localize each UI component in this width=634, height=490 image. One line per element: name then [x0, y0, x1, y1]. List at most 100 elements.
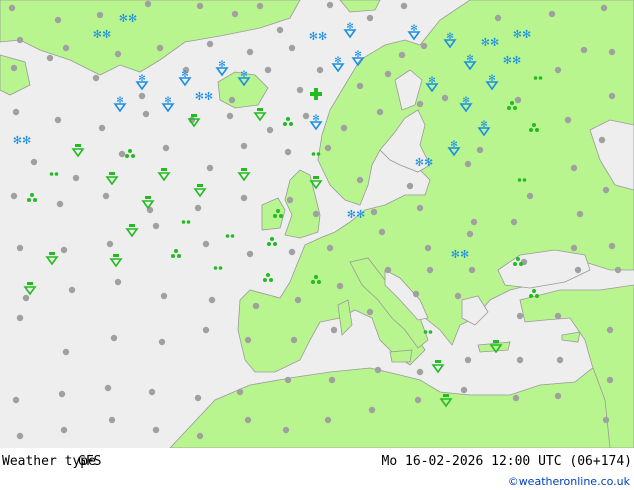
weather-map: ✻✻✻✻ ✻✻ ✻✻✻✻✻✻✻✻✻✻✻✻✻✻✻✻✻ ✻✻✻ ✻✻✻✻ ✻✻✻ ✻✻✻✻✻✻✻	[0, 0, 634, 448]
dry-dot-icon	[426, 266, 434, 274]
dry-dot-icon	[326, 244, 334, 252]
dry-dot-icon	[340, 124, 348, 132]
dry-dot-icon	[144, 0, 152, 8]
dry-dot-icon	[62, 44, 70, 52]
dry-dot-icon	[606, 326, 614, 334]
svg-text:✻: ✻	[116, 96, 124, 106]
dry-dot-icon	[162, 144, 170, 152]
svg-text:✻✻: ✻✻	[13, 134, 31, 147]
dry-dot-icon	[202, 240, 210, 248]
dry-dot-icon	[602, 186, 610, 194]
dry-dot-icon	[600, 4, 608, 12]
svg-text:✻: ✻	[312, 114, 320, 124]
dry-dot-icon	[54, 116, 62, 124]
dry-dot-icon	[454, 292, 462, 300]
dry-dot-icon	[316, 66, 324, 74]
dry-dot-icon	[464, 356, 472, 364]
dry-dot-icon	[460, 386, 468, 394]
dry-dot-icon	[564, 116, 572, 124]
dry-dot-icon	[526, 192, 534, 200]
dry-dot-icon	[368, 406, 376, 414]
credit-link[interactable]: ©weatheronline.co.uk	[508, 475, 630, 488]
dry-dot-icon	[366, 308, 374, 316]
dry-dot-icon	[138, 92, 146, 100]
dry-dot-icon	[244, 416, 252, 424]
dry-dot-icon	[356, 176, 364, 184]
dry-dot-icon	[554, 392, 562, 400]
svg-text:✻: ✻	[240, 70, 248, 80]
dry-dot-icon	[400, 2, 408, 10]
dry-dot-icon	[12, 396, 20, 404]
dry-dot-icon	[58, 390, 66, 398]
dry-dot-icon	[464, 160, 472, 168]
svg-text:✻: ✻	[446, 32, 454, 42]
dry-dot-icon	[570, 244, 578, 252]
dry-dot-icon	[598, 136, 606, 144]
dry-dot-icon	[608, 48, 616, 56]
svg-text:✻: ✻	[334, 56, 342, 66]
dry-dot-icon	[282, 426, 290, 434]
dry-dot-icon	[326, 1, 334, 9]
dry-dot-icon	[264, 66, 272, 74]
snowflake-icon: ✻✻	[93, 28, 111, 41]
dry-dot-icon	[252, 302, 260, 310]
dry-dot-icon	[330, 326, 338, 334]
svg-text:✻: ✻	[346, 22, 354, 32]
dry-dot-icon	[46, 54, 54, 62]
dry-dot-icon	[256, 2, 264, 10]
dry-dot-icon	[384, 266, 392, 274]
svg-text:✻✻: ✻✻	[195, 90, 213, 103]
dry-dot-icon	[608, 242, 616, 250]
dry-dot-icon	[16, 36, 24, 44]
dry-dot-icon	[288, 248, 296, 256]
svg-text:✻: ✻	[181, 70, 189, 80]
snowflake-icon: ✻✻	[451, 248, 469, 261]
dry-dot-icon	[284, 376, 292, 384]
dry-dot-icon	[370, 208, 378, 216]
dry-dot-icon	[30, 158, 38, 166]
svg-text:✻: ✻	[466, 54, 474, 64]
dry-dot-icon	[104, 384, 112, 392]
dry-dot-icon	[196, 2, 204, 10]
dry-dot-icon	[148, 388, 156, 396]
dry-dot-icon	[202, 326, 210, 334]
dry-dot-icon	[60, 426, 68, 434]
dry-dot-icon	[476, 146, 484, 154]
svg-text:✻✻: ✻✻	[481, 36, 499, 49]
svg-text:✻: ✻	[138, 74, 146, 84]
dry-dot-icon	[580, 46, 588, 54]
dry-dot-icon	[516, 356, 524, 364]
svg-text:✻✻: ✻✻	[347, 208, 365, 221]
snowflake-icon: ✻✻	[309, 30, 327, 43]
dry-dot-icon	[284, 148, 292, 156]
dry-dot-icon	[62, 348, 70, 356]
dry-dot-icon	[414, 396, 422, 404]
dry-dot-icon	[548, 10, 556, 18]
dry-dot-icon	[416, 100, 424, 108]
svg-text:✻: ✻	[450, 140, 458, 150]
dry-dot-icon	[108, 416, 116, 424]
dry-dot-icon	[290, 336, 298, 344]
svg-text:✻✻: ✻✻	[119, 12, 137, 25]
dry-dot-icon	[606, 376, 614, 384]
dry-dot-icon	[398, 51, 406, 59]
dry-dot-icon	[554, 66, 562, 74]
dry-dot-icon	[206, 164, 214, 172]
dry-dot-icon	[378, 228, 386, 236]
svg-text:✻✻: ✻✻	[415, 156, 433, 169]
dry-dot-icon	[312, 210, 320, 218]
dry-dot-icon	[68, 286, 76, 294]
dry-dot-icon	[110, 334, 118, 342]
dry-dot-icon	[328, 376, 336, 384]
snowflake-icon: ✻✻	[513, 28, 531, 41]
dry-dot-icon	[366, 14, 374, 22]
dry-dot-icon	[194, 204, 202, 212]
dry-dot-icon	[226, 112, 234, 120]
dry-dot-icon	[494, 14, 502, 22]
dry-dot-icon	[416, 204, 424, 212]
dry-dot-icon	[246, 250, 254, 258]
svg-text:✻✻: ✻✻	[93, 28, 111, 41]
dry-dot-icon	[196, 432, 204, 440]
dry-dot-icon	[60, 246, 68, 254]
dry-dot-icon	[152, 222, 160, 230]
